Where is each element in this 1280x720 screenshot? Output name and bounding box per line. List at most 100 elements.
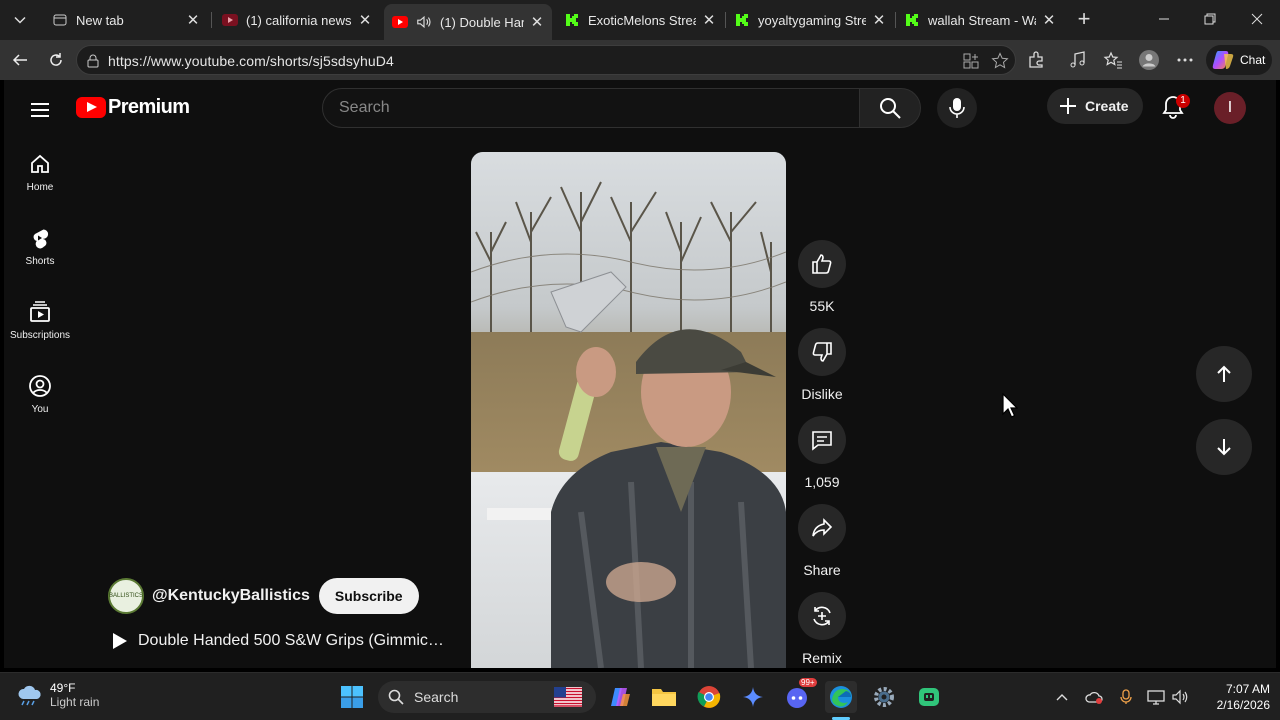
account-avatar[interactable]: I xyxy=(1214,92,1246,124)
tab-california-news[interactable]: (1) california news - YouTube ✕ xyxy=(214,4,380,36)
tab-actions-menu-button[interactable] xyxy=(4,4,36,36)
guide-label: Home xyxy=(26,182,54,193)
like-button[interactable] xyxy=(798,240,846,288)
short-video-player[interactable] xyxy=(471,152,786,668)
discord-badge: 99+ xyxy=(799,678,817,687)
puzzle-icon xyxy=(1029,51,1043,68)
restore-button[interactable] xyxy=(1198,8,1222,32)
comments-action[interactable]: 1,059 xyxy=(794,416,850,490)
file-explorer-button[interactable] xyxy=(648,681,680,713)
search-box xyxy=(322,88,860,128)
close-tab-icon[interactable]: ✕ xyxy=(186,11,200,29)
comments-button[interactable] xyxy=(798,416,846,464)
network-tray-icon[interactable] xyxy=(1146,687,1166,707)
close-tab-icon[interactable]: ✕ xyxy=(358,11,372,29)
channel-avatar[interactable]: BALLISTICS xyxy=(108,578,144,614)
chat-label: Chat xyxy=(1240,53,1266,67)
tab-title: wallah Stream - Watch xyxy=(928,12,1036,28)
browser-tab-strip: New tab ✕ (1) california news - YouTube … xyxy=(0,0,1280,40)
favorite-star-icon[interactable] xyxy=(991,52,1009,70)
youtube-favicon-icon xyxy=(222,12,238,28)
gemini-button[interactable] xyxy=(737,681,769,713)
channel-handle[interactable]: @KentuckyBallistics xyxy=(152,587,310,605)
taskbar-search[interactable]: Search xyxy=(378,681,596,713)
guide-label: You xyxy=(31,404,49,415)
weather-temperature: 49°F xyxy=(50,681,76,695)
back-button[interactable] xyxy=(8,48,32,72)
remix-action[interactable]: Remix xyxy=(794,592,850,666)
chrome-button[interactable] xyxy=(693,681,725,713)
hamburger-menu-icon[interactable] xyxy=(28,98,52,122)
settings-more-button[interactable] xyxy=(1173,48,1197,72)
close-tab-icon[interactable]: ✕ xyxy=(1042,11,1056,29)
copilot-chat-button[interactable]: Chat xyxy=(1206,45,1272,75)
tray-app-icon[interactable] xyxy=(1084,687,1104,707)
settings-button[interactable] xyxy=(868,681,900,713)
windows-logo-icon xyxy=(341,686,363,708)
tab-exoticmelons-stream[interactable]: ExoticMelons Stream ✕ xyxy=(556,4,724,36)
profile-icon xyxy=(1139,50,1159,70)
favorites-button[interactable] xyxy=(1101,48,1125,72)
new-tab-page-icon xyxy=(52,12,68,28)
dislike-action[interactable]: Dislike xyxy=(794,328,850,402)
tab-separator xyxy=(211,12,212,28)
refresh-button[interactable] xyxy=(44,48,68,72)
close-tab-icon[interactable]: ✕ xyxy=(702,11,716,29)
network-monitor-icon xyxy=(1147,690,1165,705)
start-button[interactable] xyxy=(336,681,368,713)
youtube-premium-logo[interactable]: Premium xyxy=(76,96,190,119)
dislike-button[interactable] xyxy=(798,328,846,376)
new-tab-button[interactable]: + xyxy=(1072,8,1096,32)
create-button[interactable]: Create xyxy=(1047,88,1143,124)
music-note-icon xyxy=(1070,51,1085,68)
youtube-page: Premium Create 1 I Home Shorts Subscript… xyxy=(4,80,1276,668)
previous-short-button[interactable] xyxy=(1196,346,1252,402)
video-title-row[interactable]: Double Handed 500 S&W Grips (Gimmick ... xyxy=(112,632,448,650)
search-input[interactable] xyxy=(339,89,839,127)
create-label: Create xyxy=(1085,98,1129,114)
guide-item-you[interactable]: You xyxy=(4,358,76,432)
url-text[interactable]: https://www.youtube.com/shorts/sj5sdsyhu… xyxy=(108,53,394,69)
comment-icon xyxy=(812,431,832,451)
channel-avatar-text: BALLISTICS xyxy=(109,593,144,599)
microphone-tray-icon[interactable] xyxy=(1116,687,1136,707)
like-count: 55K xyxy=(809,298,835,314)
show-hidden-icons-button[interactable] xyxy=(1052,687,1072,707)
volume-tray-icon[interactable] xyxy=(1171,687,1191,707)
extensions-button[interactable] xyxy=(1024,48,1048,72)
copilot-taskbar-button[interactable] xyxy=(604,681,636,713)
close-tab-icon[interactable]: ✕ xyxy=(872,11,886,29)
tab-active-short[interactable]: (1) Double Handed 500 S&W Grips ✕ xyxy=(384,4,552,40)
share-action[interactable]: Share xyxy=(794,504,850,578)
remix-button[interactable] xyxy=(798,592,846,640)
tab-yoyaltygaming-stream[interactable]: yoyaltygaming Stream ✕ xyxy=(726,4,894,36)
app-available-icon[interactable] xyxy=(963,53,979,69)
search-icon xyxy=(388,689,404,705)
taskbar-clock[interactable]: 7:07 AM 2/16/2026 xyxy=(1200,681,1270,713)
like-action[interactable]: 55K xyxy=(794,240,850,314)
guide-item-home[interactable]: Home xyxy=(4,136,76,210)
minimize-button[interactable] xyxy=(1152,8,1176,32)
subscribe-button[interactable]: Subscribe xyxy=(318,578,419,614)
share-button[interactable] xyxy=(798,504,846,552)
close-tab-icon[interactable]: ✕ xyxy=(530,13,544,31)
tab-new-tab[interactable]: New tab ✕ xyxy=(44,4,208,36)
profile-button[interactable] xyxy=(1137,48,1161,72)
search-button[interactable] xyxy=(859,88,921,128)
close-window-button[interactable] xyxy=(1245,8,1269,32)
edge-button[interactable] xyxy=(825,681,857,713)
favorites-star-icon xyxy=(1103,51,1122,69)
voice-search-button[interactable] xyxy=(937,88,977,128)
site-info-icon[interactable] xyxy=(85,53,101,69)
guide-item-subscriptions[interactable]: Subscriptions xyxy=(4,284,76,358)
discord-button[interactable]: 99+ xyxy=(781,678,817,713)
next-short-button[interactable] xyxy=(1196,419,1252,475)
twitch-app-button[interactable] xyxy=(913,681,945,713)
address-bar[interactable]: https://www.youtube.com/shorts/sj5sdsyhu… xyxy=(76,45,1016,75)
guide-item-shorts[interactable]: Shorts xyxy=(4,210,76,284)
weather-widget[interactable]: 49°F Light rain xyxy=(16,681,99,709)
media-control-button[interactable] xyxy=(1066,48,1090,72)
speaker-icon[interactable] xyxy=(416,14,432,30)
browser-toolbar: https://www.youtube.com/shorts/sj5sdsyhu… xyxy=(0,40,1280,80)
tab-wallah-stream[interactable]: wallah Stream - Watch ✕ xyxy=(896,4,1064,36)
